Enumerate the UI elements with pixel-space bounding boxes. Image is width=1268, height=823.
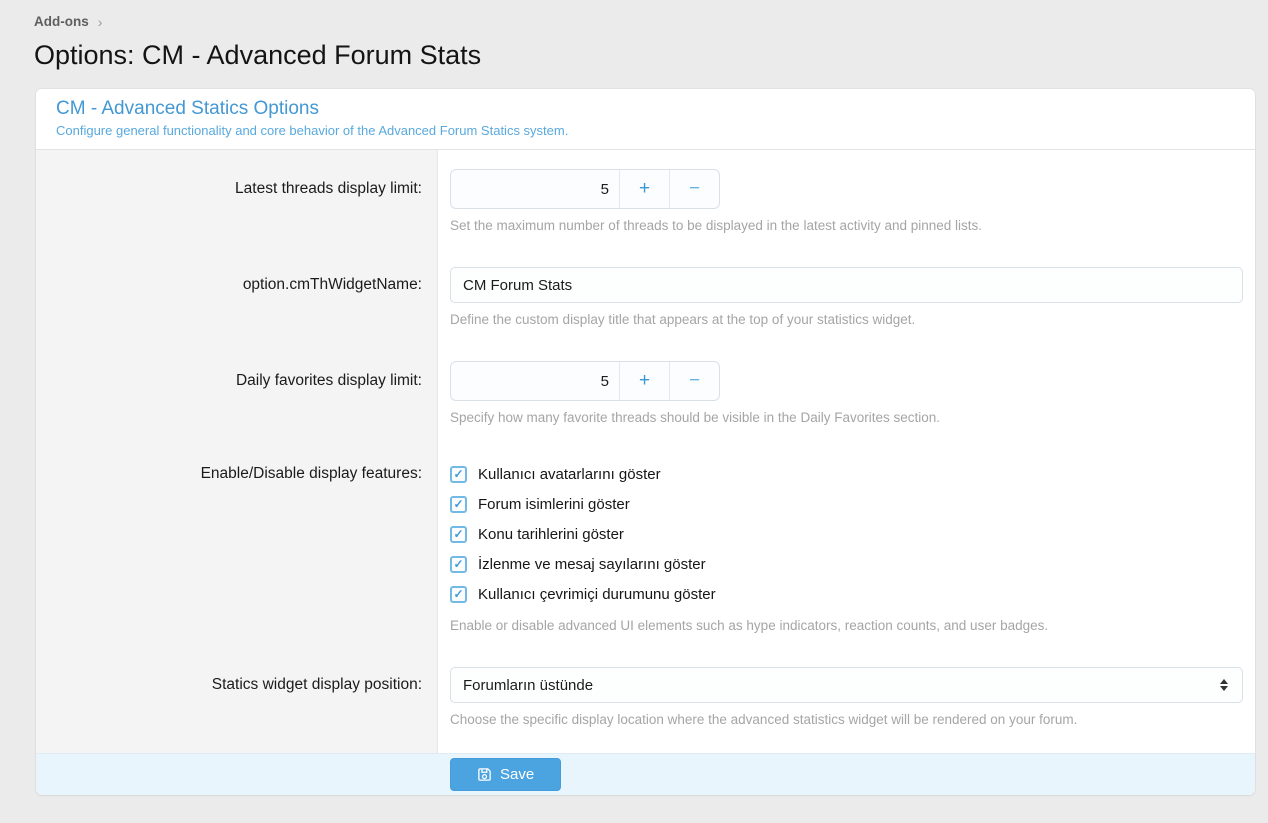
breadcrumb-item-add-ons[interactable]: Add-ons [34, 14, 89, 29]
field-content: Define the custom display title that app… [437, 267, 1255, 327]
increment-button[interactable]: + [619, 362, 669, 400]
checkbox-checked-icon[interactable]: ✓ [450, 586, 467, 603]
increment-button[interactable]: + [619, 170, 669, 208]
daily-favorites-limit-spinner: + − [450, 361, 720, 401]
select-arrows-icon [1220, 679, 1228, 691]
checkbox-label: İzlenme ve mesaj sayılarını göster [478, 556, 706, 573]
field-description: Choose the specific display location whe… [450, 712, 1243, 727]
save-button[interactable]: Save [450, 758, 561, 791]
checkbox-show-thread-dates[interactable]: ✓ Konu tarihlerini göster [450, 519, 1243, 549]
field-content: + − Set the maximum number of threads to… [437, 169, 1255, 233]
panel-title: CM - Advanced Statics Options [56, 98, 1235, 120]
options-form: Latest threads display limit: + − Set th… [36, 150, 1255, 753]
latest-threads-limit-spinner: + − [450, 169, 720, 209]
field-label: Statics widget display position: [36, 667, 437, 727]
checkbox-checked-icon[interactable]: ✓ [450, 466, 467, 483]
field-label: option.cmThWidgetName: [36, 267, 437, 327]
daily-favorites-limit-input[interactable] [451, 362, 619, 400]
checkbox-checked-icon[interactable]: ✓ [450, 556, 467, 573]
form-row-widget-name: option.cmThWidgetName: Define the custom… [36, 267, 1255, 327]
field-description: Specify how many favorite threads should… [450, 410, 1243, 425]
panel-subtitle: Configure general functionality and core… [56, 123, 1235, 138]
field-label: Daily favorites display limit: [36, 361, 437, 425]
checkbox-label: Kullanıcı avatarlarını göster [478, 466, 661, 483]
field-label: Latest threads display limit: [36, 169, 437, 233]
page: Add-ons › Options: CM - Advanced Forum S… [0, 0, 1268, 795]
checkbox-show-forum-names[interactable]: ✓ Forum isimlerini göster [450, 489, 1243, 519]
options-panel: CM - Advanced Statics Options Configure … [36, 89, 1255, 795]
decrement-button[interactable]: − [669, 362, 719, 400]
widget-name-input[interactable] [450, 267, 1243, 303]
field-description: Set the maximum number of threads to be … [450, 218, 1243, 233]
field-content: + − Specify how many favorite threads sh… [437, 361, 1255, 425]
field-description: Define the custom display title that app… [450, 312, 1243, 327]
checkbox-checked-icon[interactable]: ✓ [450, 496, 467, 513]
floppy-disk-icon [477, 767, 492, 782]
form-row-daily-favorites-limit: Daily favorites display limit: + − Speci… [36, 361, 1255, 425]
checkbox-label: Kullanıcı çevrimiçi durumunu göster [478, 586, 716, 603]
save-button-label: Save [500, 766, 534, 783]
panel-header: CM - Advanced Statics Options Configure … [36, 89, 1255, 150]
checkbox-label: Forum isimlerini göster [478, 496, 630, 513]
checkbox-show-online-status[interactable]: ✓ Kullanıcı çevrimiçi durumunu göster [450, 579, 1243, 609]
checkbox-checked-icon[interactable]: ✓ [450, 526, 467, 543]
checkbox-show-user-avatars[interactable]: ✓ Kullanıcı avatarlarını göster [450, 459, 1243, 489]
field-content: Forumların üstünde Choose the specific d… [437, 667, 1255, 727]
form-row-display-features: Enable/Disable display features: ✓ Kulla… [36, 459, 1255, 633]
latest-threads-limit-input[interactable] [451, 170, 619, 208]
field-description: Enable or disable advanced UI elements s… [450, 618, 1243, 633]
chevron-right-icon: › [98, 15, 103, 29]
breadcrumb: Add-ons › [0, 14, 1268, 29]
checkbox-label: Konu tarihlerini göster [478, 526, 624, 543]
panel-footer: Save [36, 753, 1255, 795]
field-content: ✓ Kullanıcı avatarlarını göster ✓ Forum … [437, 459, 1255, 633]
form-row-widget-position: Statics widget display position: Forumla… [36, 667, 1255, 727]
decrement-button[interactable]: − [669, 170, 719, 208]
checkbox-show-views-messages[interactable]: ✓ İzlenme ve mesaj sayılarını göster [450, 549, 1243, 579]
page-title: Options: CM - Advanced Forum Stats [0, 40, 1268, 71]
selected-option: Forumların üstünde [463, 677, 593, 694]
field-label: Enable/Disable display features: [36, 459, 437, 633]
form-row-latest-threads-limit: Latest threads display limit: + − Set th… [36, 169, 1255, 233]
widget-position-select[interactable]: Forumların üstünde [450, 667, 1243, 703]
